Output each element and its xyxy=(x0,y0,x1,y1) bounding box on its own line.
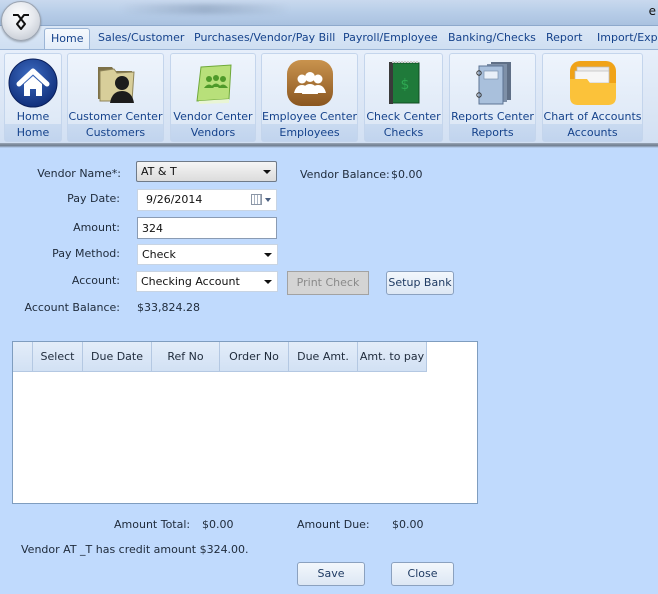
group-label-employees: Employees xyxy=(262,124,357,141)
tab-home[interactable]: Home xyxy=(44,28,91,49)
account-label: Account: xyxy=(71,274,120,287)
ribbon-separator xyxy=(0,143,658,148)
amount-total-value: $0.00 xyxy=(202,518,234,531)
ribbon-group-home: Home Home xyxy=(4,53,62,142)
tab-import-export[interactable]: Import/Expo xyxy=(591,28,658,49)
vendor-center-button[interactable]: Vendor Center xyxy=(171,54,255,127)
window-title-blurred xyxy=(120,4,290,14)
chevron-down-icon xyxy=(265,198,271,202)
ribbon-group-checks: $ Check Center Checks xyxy=(364,53,443,142)
pay-date-picker[interactable]: 9/26/2014 xyxy=(137,189,277,211)
vendor-credit-message: Vendor AT _T has credit amount $324.00. xyxy=(21,543,249,556)
row-header-column xyxy=(13,342,33,372)
amount-due-label: Amount Due: xyxy=(297,518,370,531)
ribbon-group-vendors: Vendor Center Vendors xyxy=(170,53,256,142)
pay-date-value: 9/26/2014 xyxy=(146,193,203,206)
amount-total-label: Amount Total: xyxy=(114,518,191,531)
customer-center-button[interactable]: Customer Center xyxy=(68,54,163,127)
chart-of-accounts-label: Chart of Accounts xyxy=(543,110,642,123)
vendor-name-label: Vendor Name*: xyxy=(37,167,121,180)
reports-binder-icon xyxy=(467,57,519,109)
ribbon-group-customers: Customer Center Customers xyxy=(67,53,164,142)
accounts-folder-icon xyxy=(567,57,619,109)
vendor-balance-value: $0.00 xyxy=(391,168,423,181)
vendor-center-label: Vendor Center xyxy=(173,110,253,123)
close-button[interactable]: Close xyxy=(391,562,454,586)
account-balance-label: Account Balance: xyxy=(24,301,121,314)
column-ref-no[interactable]: Ref No xyxy=(152,342,220,372)
svg-text:$: $ xyxy=(400,77,409,93)
pay-method-value: Check xyxy=(142,248,176,261)
tab-banking-checks[interactable]: Banking/Checks xyxy=(442,28,542,49)
column-select[interactable]: Select xyxy=(33,342,83,372)
vendor-name-select[interactable]: AT & T xyxy=(136,161,277,182)
reports-center-button[interactable]: Reports Center xyxy=(450,54,535,127)
amount-due-value: $0.00 xyxy=(392,518,424,531)
vendor-balance-label: Vendor Balance: xyxy=(300,168,390,181)
bills-grid[interactable]: Select Due Date Ref No Order No Due Amt.… xyxy=(12,341,478,504)
account-select[interactable]: Checking Account xyxy=(136,271,278,292)
chart-of-accounts-button[interactable]: Chart of Accounts xyxy=(543,54,642,127)
print-check-button[interactable]: Print Check xyxy=(287,271,369,295)
tab-purchases-vendor-pay-bill[interactable]: Purchases/Vendor/Pay Bill xyxy=(188,28,341,49)
group-label-vendors: Vendors xyxy=(171,124,255,141)
title-bar: e xyxy=(0,0,658,26)
tab-report[interactable]: Report xyxy=(540,28,588,49)
column-due-amt[interactable]: Due Amt. xyxy=(289,342,358,372)
group-label-checks: Checks xyxy=(365,124,442,141)
column-due-date[interactable]: Due Date xyxy=(83,342,152,372)
chevron-down-icon xyxy=(264,253,272,257)
group-label-home: Home xyxy=(5,124,61,141)
employee-center-button[interactable]: Employee Center xyxy=(262,54,357,127)
customer-folder-icon xyxy=(90,57,142,109)
account-value: Checking Account xyxy=(141,275,240,288)
check-center-label: Check Center xyxy=(366,110,441,123)
group-label-reports: Reports xyxy=(450,124,535,141)
grid-header: Select Due Date Ref No Order No Due Amt.… xyxy=(13,342,427,372)
account-balance-value: $33,824.28 xyxy=(137,301,200,314)
amount-label: Amount: xyxy=(73,221,120,234)
employees-icon xyxy=(284,57,336,109)
home-icon xyxy=(7,57,59,109)
chevron-down-icon xyxy=(264,280,272,284)
customer-center-label: Customer Center xyxy=(68,110,163,123)
vendor-book-icon xyxy=(187,57,239,109)
amount-input[interactable] xyxy=(137,217,277,239)
group-label-customers: Customers xyxy=(68,124,163,141)
reports-center-label: Reports Center xyxy=(451,110,534,123)
group-label-accounts: Accounts xyxy=(543,124,642,141)
calendar-icon xyxy=(251,194,262,205)
column-amt-to-pay[interactable]: Amt. to pay xyxy=(358,342,427,372)
ribbon-group-employees: Employee Center Employees xyxy=(261,53,358,142)
window-title-fragment: e xyxy=(648,4,656,18)
application-menu-button[interactable] xyxy=(1,1,41,41)
setup-bank-button[interactable]: Setup Bank xyxy=(386,271,454,295)
home-button[interactable]: Home xyxy=(5,54,61,127)
pay-date-label: Pay Date: xyxy=(67,192,120,205)
checkbook-icon: $ xyxy=(378,57,430,109)
ribbon-group-accounts: Chart of Accounts Accounts xyxy=(542,53,643,142)
employee-center-label: Employee Center xyxy=(262,110,357,123)
chevron-down-icon xyxy=(263,170,271,174)
ribbon-tab-bar: Home Sales/Customer Purchases/Vendor/Pay… xyxy=(0,26,658,49)
tab-payroll-employee[interactable]: Payroll/Employee xyxy=(337,28,444,49)
column-order-no[interactable]: Order No xyxy=(220,342,289,372)
app-logo-icon xyxy=(13,14,29,30)
pay-method-select[interactable]: Check xyxy=(137,244,278,265)
pay-method-label: Pay Method: xyxy=(52,247,120,260)
check-center-button[interactable]: $ Check Center xyxy=(365,54,442,127)
tab-sales-customer[interactable]: Sales/Customer xyxy=(92,28,190,49)
ribbon: Home Home Customer Center Customers Vend… xyxy=(0,49,658,143)
ribbon-group-reports: Reports Center Reports xyxy=(449,53,536,142)
home-button-label: Home xyxy=(16,110,50,123)
vendor-name-value: AT & T xyxy=(141,165,177,178)
save-button[interactable]: Save xyxy=(297,562,365,586)
